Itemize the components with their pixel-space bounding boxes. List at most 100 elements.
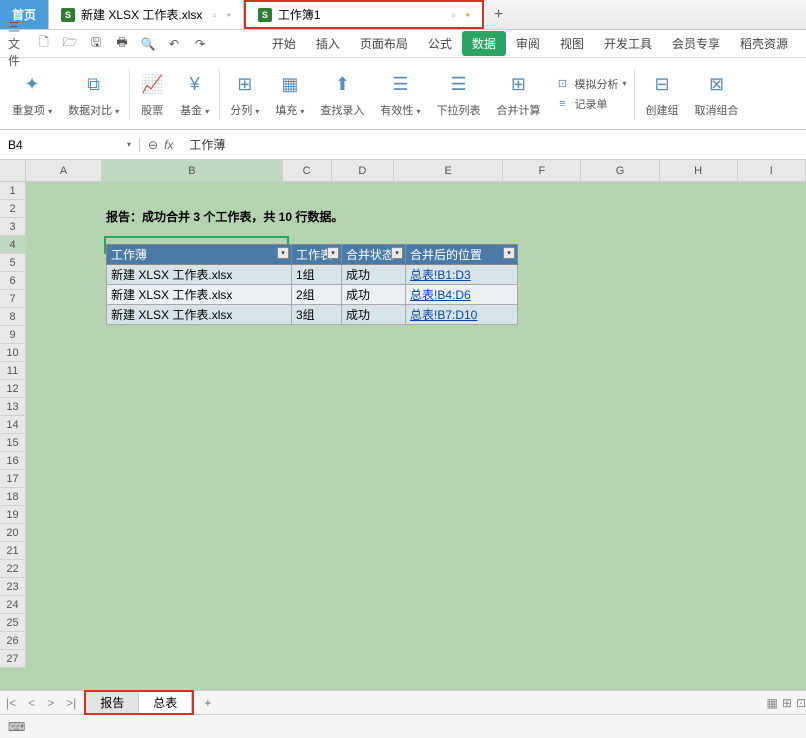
ribbon-ungroup-btn[interactable]: ⊠ 取消组合	[688, 64, 744, 124]
cell-workbook[interactable]: 新建 XLSX 工作表.xlsx	[107, 265, 292, 285]
filter-button[interactable]: ▾	[277, 247, 289, 259]
row-header[interactable]: 22	[0, 560, 26, 578]
ribbon-merge[interactable]: ⊞ 合并计算	[490, 64, 546, 124]
row-header[interactable]: 24	[0, 596, 26, 614]
ribbon-fund[interactable]: ¥ 基金 ▾	[174, 64, 215, 124]
menu-tab-review[interactable]: 审阅	[506, 31, 550, 56]
row-header[interactable]: 13	[0, 398, 26, 416]
row-header[interactable]: 5	[0, 254, 26, 272]
name-box[interactable]: B4 ▾	[0, 138, 140, 152]
file-menu[interactable]: 三 文件	[8, 34, 28, 54]
sheet-add-button[interactable]: +	[196, 696, 219, 710]
fx-label[interactable]: fx	[164, 138, 173, 152]
cell-workbook[interactable]: 新建 XLSX 工作表.xlsx	[107, 305, 292, 325]
row-header[interactable]: 6	[0, 272, 26, 290]
row-header[interactable]: 12	[0, 380, 26, 398]
formula-input[interactable]: 工作薄	[181, 136, 806, 153]
ribbon-split[interactable]: ⊞ 分列 ▾	[224, 64, 265, 124]
sheet-tab-total[interactable]: 总表	[139, 692, 192, 713]
row-header[interactable]: 17	[0, 470, 26, 488]
menu-tab-docer[interactable]: 稻壳资源	[730, 31, 798, 56]
save-icon[interactable]: 🖫	[86, 34, 106, 54]
ribbon-validity[interactable]: ☰ 有效性 ▾	[374, 64, 426, 124]
view-layout-icon[interactable]: ⊞	[782, 696, 792, 710]
sheet-nav-prev[interactable]: <	[22, 696, 41, 710]
tab-file2-active[interactable]: S 工作簿1 ▫ •	[244, 0, 484, 29]
row-header[interactable]: 19	[0, 506, 26, 524]
menu-tab-start[interactable]: 开始	[262, 31, 306, 56]
row-header[interactable]: 11	[0, 362, 26, 380]
row-header[interactable]: 25	[0, 614, 26, 632]
print-icon[interactable]: 🖶	[112, 34, 132, 54]
ribbon-stock[interactable]: 📈 股票	[134, 64, 170, 124]
ribbon-compare[interactable]: ⧉ 数据对比 ▾	[62, 64, 125, 124]
tab-file1[interactable]: S 新建 XLSX 工作表.xlsx ▫ •	[49, 0, 244, 29]
filter-button[interactable]: ▾	[503, 247, 515, 259]
col-header[interactable]: H	[660, 160, 738, 182]
col-header[interactable]: C	[283, 160, 332, 182]
menu-tab-insert[interactable]: 插入	[306, 31, 350, 56]
cell-workbook[interactable]: 新建 XLSX 工作表.xlsx	[107, 285, 292, 305]
row-header[interactable]: 27	[0, 650, 26, 668]
row-header[interactable]: 4	[0, 236, 26, 254]
cell-location-link[interactable]: 总表!B7:D10	[406, 305, 518, 325]
ribbon-group-btn[interactable]: ⊟ 创建组	[639, 64, 684, 124]
row-header[interactable]: 8	[0, 308, 26, 326]
cell-status[interactable]: 成功	[342, 265, 406, 285]
new-icon[interactable]: 🗋	[34, 34, 54, 54]
select-all-corner[interactable]	[0, 160, 26, 182]
row-header[interactable]: 26	[0, 632, 26, 650]
cell-worksheet[interactable]: 2组	[292, 285, 342, 305]
cancel-formula-icon[interactable]: ⊖	[148, 138, 158, 152]
col-header[interactable]: A	[26, 160, 102, 182]
menu-tab-view[interactable]: 视图	[550, 31, 594, 56]
redo-icon[interactable]: ↷	[190, 34, 210, 54]
ribbon-record[interactable]: ≡记录单	[554, 95, 626, 113]
menu-tab-formula[interactable]: 公式	[418, 31, 462, 56]
cell-location-link[interactable]: 总表!B1:D3	[406, 265, 518, 285]
menu-tab-dev[interactable]: 开发工具	[594, 31, 662, 56]
col-header[interactable]: G	[581, 160, 659, 182]
cell-worksheet[interactable]: 3组	[292, 305, 342, 325]
open-icon[interactable]: 🗁	[60, 34, 80, 54]
ribbon-whatif[interactable]: ⊡模拟分析 ▾	[554, 75, 626, 93]
ribbon-duplicate[interactable]: ✦ 重复项 ▾	[6, 64, 58, 124]
col-header[interactable]: I	[738, 160, 806, 182]
row-header[interactable]: 1	[0, 182, 26, 200]
row-header[interactable]: 20	[0, 524, 26, 542]
row-header[interactable]: 2	[0, 200, 26, 218]
preview-icon[interactable]: 🔍	[138, 34, 158, 54]
cell-location-link[interactable]: 总表!B4:D6	[406, 285, 518, 305]
row-header[interactable]: 14	[0, 416, 26, 434]
sheet-nav-last[interactable]: >|	[60, 696, 82, 710]
col-header[interactable]: D	[332, 160, 394, 182]
row-header[interactable]: 21	[0, 542, 26, 560]
ribbon-lookup[interactable]: ⬆ 查找录入	[314, 64, 370, 124]
row-header[interactable]: 10	[0, 344, 26, 362]
row-header[interactable]: 3	[0, 218, 26, 236]
menu-tab-member[interactable]: 会员专享	[662, 31, 730, 56]
row-header[interactable]: 18	[0, 488, 26, 506]
menu-tab-layout[interactable]: 页面布局	[350, 31, 418, 56]
ribbon-fill[interactable]: ▦ 填充 ▾	[269, 64, 310, 124]
col-header[interactable]: B	[102, 160, 283, 182]
view-break-icon[interactable]: ⊡	[796, 696, 806, 710]
row-header[interactable]: 9	[0, 326, 26, 344]
cell-worksheet[interactable]: 1组	[292, 265, 342, 285]
tab-add-button[interactable]: +	[484, 0, 513, 29]
sheet-nav-first[interactable]: |<	[0, 696, 22, 710]
row-header[interactable]: 15	[0, 434, 26, 452]
ribbon-dropdown-list[interactable]: ☰ 下拉列表	[430, 64, 486, 124]
row-header[interactable]: 16	[0, 452, 26, 470]
undo-icon[interactable]: ↶	[164, 34, 184, 54]
filter-button[interactable]: ▾	[327, 247, 339, 259]
cell-status[interactable]: 成功	[342, 285, 406, 305]
sheet-nav-next[interactable]: >	[41, 696, 60, 710]
sheet-tab-report[interactable]: 报告	[86, 692, 139, 713]
row-header[interactable]: 7	[0, 290, 26, 308]
filter-button[interactable]: ▾	[391, 247, 403, 259]
menu-tab-data[interactable]: 数据	[462, 31, 506, 56]
status-ready-icon[interactable]: ⌨	[8, 720, 25, 734]
col-header[interactable]: E	[394, 160, 503, 182]
col-header[interactable]: F	[503, 160, 581, 182]
